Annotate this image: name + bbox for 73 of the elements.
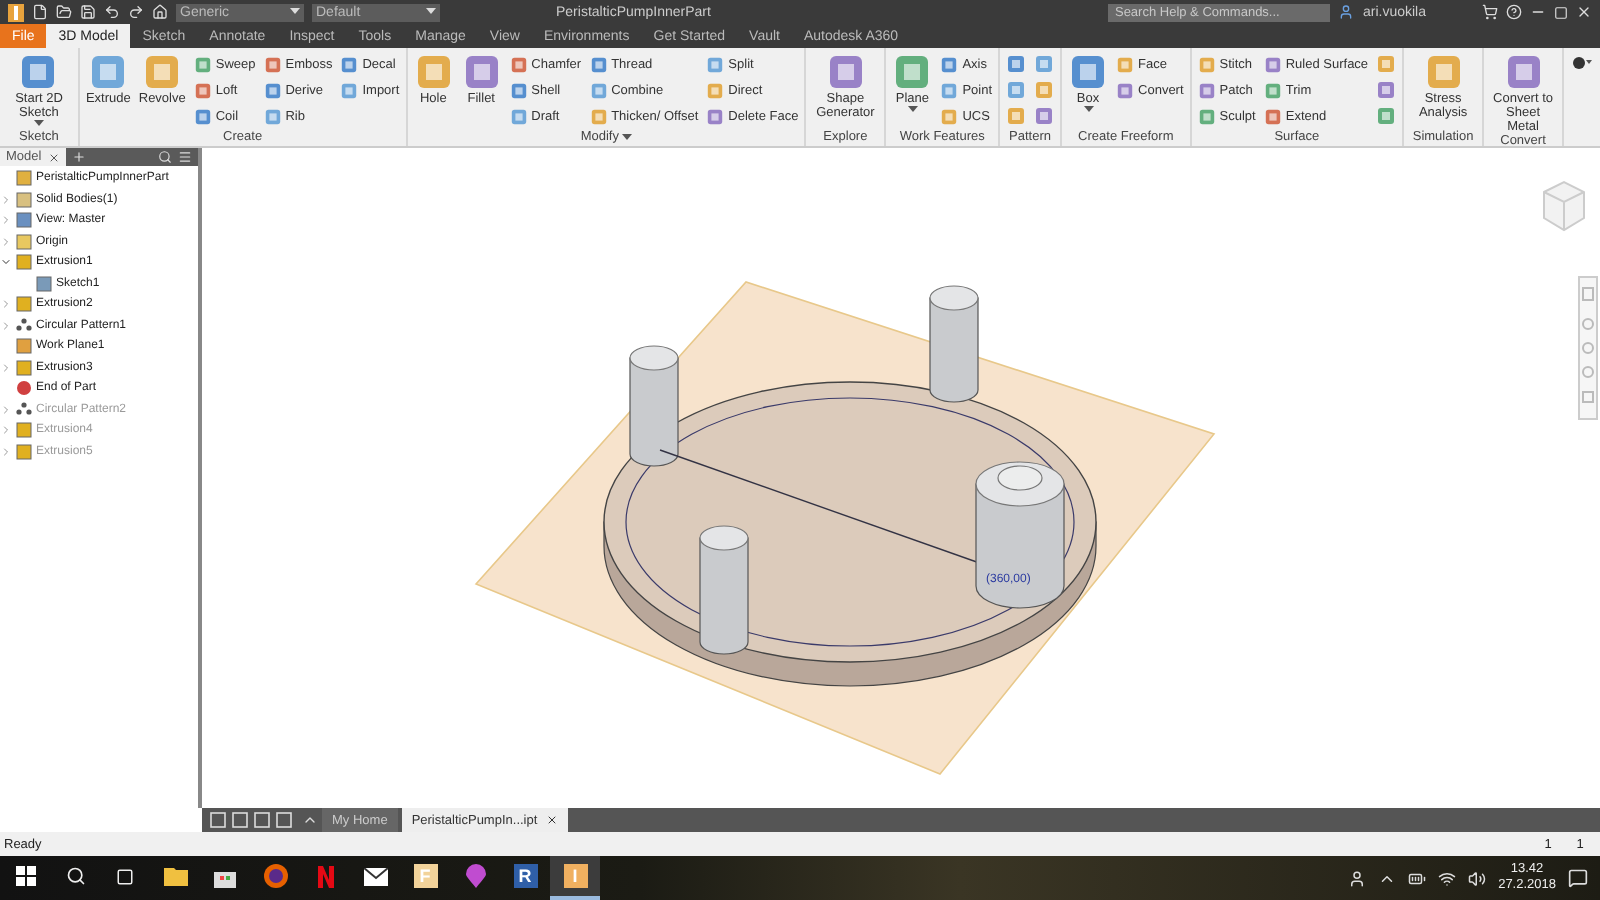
- end-icon: [16, 380, 32, 397]
- tool-icon: [1423, 52, 1464, 92]
- part-icon: [16, 170, 32, 187]
- help-icon[interactable]: [1506, 4, 1522, 20]
- maximize-icon[interactable]: [1554, 5, 1568, 19]
- tool-icon: [1006, 80, 1027, 100]
- envelope-icon: [363, 867, 387, 885]
- layout-icons[interactable]: [210, 812, 298, 828]
- tool-icon: [1006, 106, 1027, 126]
- caret-icon: [907, 106, 918, 114]
- plane-icon: [16, 338, 32, 355]
- task-view-icon[interactable]: [116, 867, 134, 885]
- undo-icon[interactable]: [104, 4, 120, 20]
- sketch-icon: [36, 275, 52, 292]
- windows-icon: [15, 866, 35, 886]
- tool-icon: [1376, 106, 1397, 126]
- tool-icon: [461, 52, 502, 92]
- globe-icon: [263, 864, 287, 888]
- tool-icon: [142, 52, 183, 92]
- cart-icon[interactable]: [1482, 4, 1498, 20]
- close-icon[interactable]: [47, 151, 60, 163]
- tool-icon: [18, 52, 59, 92]
- new-file-icon[interactable]: [32, 4, 48, 20]
- tool-icon: [1376, 54, 1397, 74]
- volume-icon[interactable]: [1468, 869, 1487, 887]
- open-folder-icon[interactable]: [56, 4, 72, 20]
- save-icon[interactable]: [80, 4, 96, 20]
- app-icon: I: [563, 864, 587, 888]
- app-icon: R: [513, 864, 537, 888]
- feature-icon: [16, 296, 32, 313]
- feature-icon: [16, 254, 32, 271]
- tool-icon: [88, 52, 129, 92]
- caret-icon: [426, 8, 436, 16]
- tool-icon: [892, 52, 933, 92]
- caret-icon: [33, 120, 44, 128]
- tool-icon: [1006, 54, 1027, 74]
- menu-icon[interactable]: [178, 150, 192, 164]
- expand-icon[interactable]: [0, 256, 12, 269]
- folder-icon: [163, 866, 187, 886]
- app-logo-icon: [8, 3, 24, 21]
- bodies-icon: [16, 191, 32, 208]
- tool-icon: [1376, 80, 1397, 100]
- close-icon[interactable]: [545, 814, 558, 826]
- ribbon-icon-button[interactable]: [1032, 104, 1057, 128]
- redo-icon[interactable]: [128, 4, 144, 20]
- pattern-icon: [16, 401, 32, 418]
- battery-icon[interactable]: [1408, 869, 1427, 887]
- people-icon[interactable]: [1348, 869, 1367, 887]
- caret-icon: [1083, 106, 1094, 114]
- feature-icon: [16, 359, 32, 376]
- taskbar-app[interactable]: R: [500, 856, 550, 900]
- notifications-icon[interactable]: [1568, 868, 1588, 888]
- tool-icon: [1034, 106, 1055, 126]
- caret-icon: [290, 8, 300, 16]
- tool-icon: [1034, 54, 1055, 74]
- folder-icon: [16, 233, 32, 250]
- pattern-icon: [16, 317, 32, 334]
- tool-icon: [825, 52, 866, 92]
- app-icon: F: [413, 864, 437, 888]
- wifi-icon[interactable]: [1438, 869, 1457, 887]
- add-icon[interactable]: [71, 150, 86, 164]
- home-icon[interactable]: [152, 4, 168, 20]
- user-icon[interactable]: [1338, 4, 1355, 20]
- tool-icon: [1034, 80, 1055, 100]
- tool-icon: [1068, 52, 1109, 92]
- tool-icon: [1503, 52, 1544, 92]
- view-icon: [16, 212, 32, 229]
- ribbon-icon-button[interactable]: [1374, 78, 1399, 102]
- caret-icon: [621, 133, 631, 141]
- map-pin-icon: [465, 864, 485, 888]
- ribbon-icon-button[interactable]: [1004, 52, 1029, 76]
- tool-icon: [413, 52, 454, 92]
- search-icon[interactable]: [65, 866, 85, 886]
